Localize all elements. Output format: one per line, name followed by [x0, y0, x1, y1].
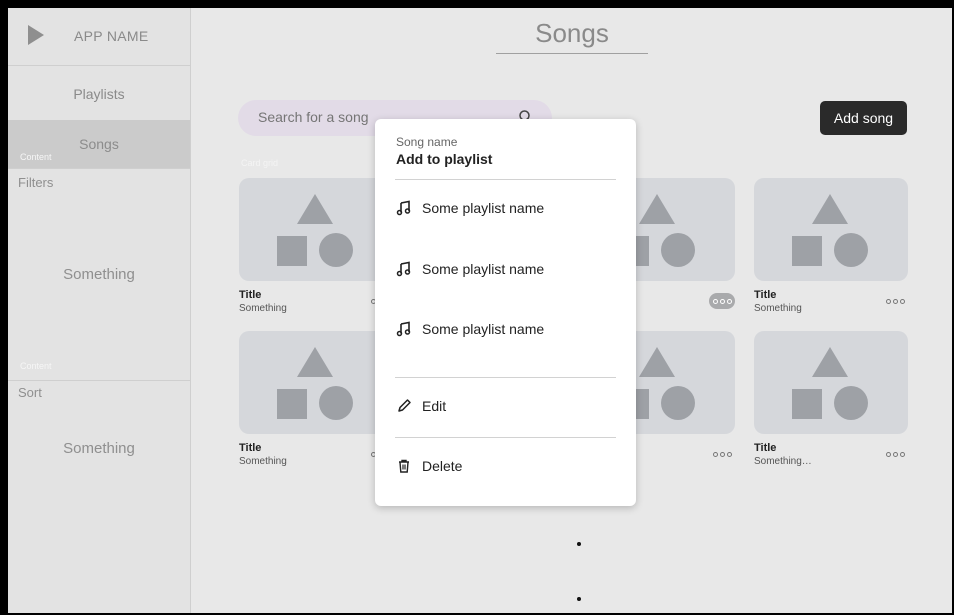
sort-value[interactable]: Something — [8, 440, 190, 457]
content-tag: Content — [20, 361, 52, 371]
menu-add-to-playlist-heading: Add to playlist — [396, 151, 493, 167]
card-grid-label: Card grid — [241, 158, 279, 168]
menu-item-playlist[interactable]: Some playlist name — [396, 196, 616, 220]
menu-song-name: Song name — [396, 135, 458, 149]
divider — [8, 168, 190, 169]
card-title: Title — [239, 442, 262, 454]
placeholder-image — [239, 178, 393, 281]
delete-label: Delete — [422, 458, 463, 474]
menu-item-playlist[interactable]: Some playlist name — [396, 257, 616, 281]
more-icon[interactable] — [882, 446, 908, 462]
divider — [395, 437, 616, 438]
sidebar: APP NAME Playlists Songs Content Filters… — [8, 8, 191, 613]
music-note-icon — [396, 200, 411, 216]
card-subtitle: Something — [754, 303, 802, 314]
playlist-name: Some playlist name — [422, 261, 545, 277]
divider — [395, 377, 616, 378]
divider — [8, 380, 190, 381]
placeholder-image — [754, 178, 908, 281]
music-note-icon — [396, 261, 411, 277]
music-note-icon — [396, 321, 411, 337]
content-tag: Content — [20, 152, 52, 162]
filters-label: Filters — [18, 175, 54, 190]
edit-label: Edit — [422, 398, 447, 414]
pencil-icon — [398, 399, 411, 412]
more-icon[interactable] — [709, 446, 735, 462]
card-subtitle: Something — [239, 456, 287, 467]
menu-item-edit[interactable]: Edit — [396, 394, 616, 418]
sort-label: Sort — [18, 385, 42, 400]
sidebar-item-playlists[interactable]: Playlists — [8, 70, 190, 118]
menu-item-playlist[interactable]: Some playlist name — [396, 317, 616, 341]
card-subtitle: Something — [239, 303, 287, 314]
scroll-dot — [577, 597, 581, 601]
page-title: Songs — [496, 18, 648, 54]
playlist-name: Some playlist name — [422, 321, 545, 337]
placeholder-image — [239, 331, 393, 434]
placeholder-image — [754, 331, 908, 434]
app-window: APP NAME Playlists Songs Content Filters… — [8, 8, 952, 613]
card-title: Title — [239, 289, 262, 301]
add-song-button[interactable]: Add song — [820, 101, 907, 135]
more-icon[interactable] — [882, 293, 908, 309]
card-subtitle: Something… — [754, 456, 812, 467]
menu-item-delete[interactable]: Delete — [396, 454, 616, 478]
card-title: Title — [754, 289, 777, 301]
more-icon[interactable] — [709, 293, 735, 309]
brand: APP NAME — [8, 8, 190, 66]
trash-icon — [399, 459, 409, 473]
play-icon — [28, 25, 44, 45]
filters-value[interactable]: Something — [8, 266, 190, 283]
card-title: Title — [754, 442, 777, 454]
app-name: APP NAME — [74, 28, 149, 44]
song-context-menu: Song name Add to playlist Some playlist … — [375, 119, 636, 506]
playlist-name: Some playlist name — [422, 200, 545, 216]
divider — [395, 179, 616, 180]
scroll-dot — [577, 542, 581, 546]
